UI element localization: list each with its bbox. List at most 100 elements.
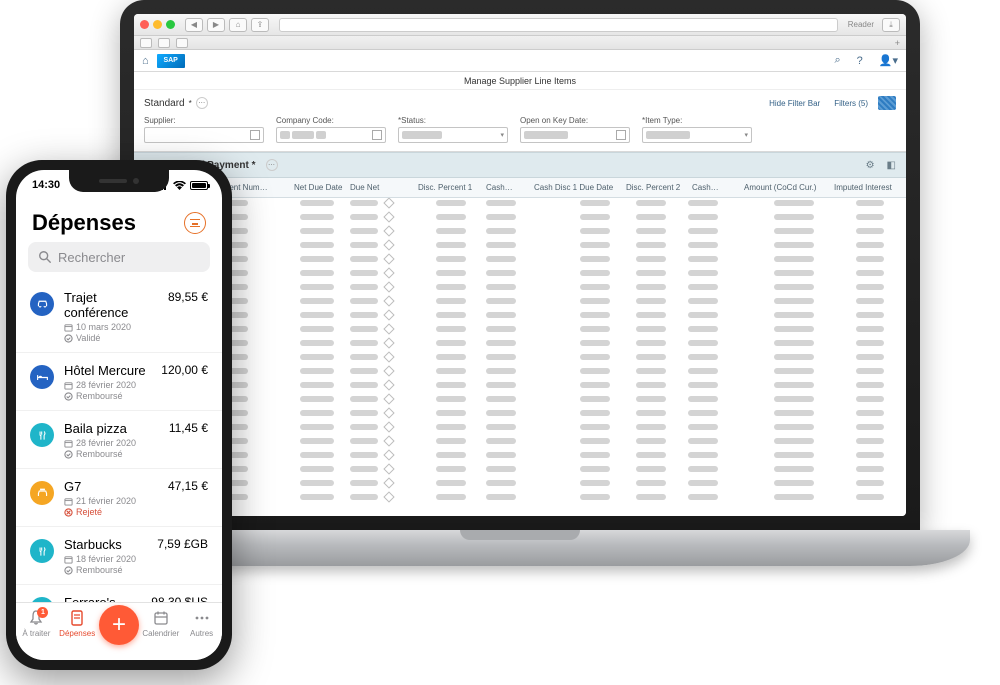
value-help-icon[interactable] — [372, 130, 382, 140]
expense-item[interactable]: Ferraro's kitchen 17 février 2020 98,30 … — [16, 585, 222, 602]
value-help-icon[interactable] — [250, 130, 260, 140]
table-row[interactable] — [140, 354, 900, 366]
expense-item[interactable]: Starbucks 18 février 2020 Remboursé 7,59… — [16, 527, 222, 585]
help-icon[interactable]: ? — [857, 55, 863, 67]
expense-date: 21 février 2020 — [64, 496, 158, 506]
table-row[interactable] — [140, 424, 900, 436]
col-cashdue[interactable]: Cash Disc 1 Due Date — [534, 183, 613, 192]
expense-item[interactable]: G7 21 février 2020 Rejeté 47,15 € — [16, 469, 222, 527]
forward-icon[interactable]: ▶ — [207, 18, 225, 32]
col-cash2[interactable]: Cash… — [692, 183, 719, 192]
bookmark-icon[interactable] — [158, 38, 170, 48]
col-amount[interactable]: Amount (CoCd Cur.) — [744, 183, 816, 192]
table-row[interactable] — [140, 452, 900, 464]
table-row[interactable] — [140, 466, 900, 478]
go-button[interactable] — [878, 96, 896, 110]
category-icon — [30, 292, 54, 316]
phone-device: 14:30 Dépenses Rechercher Trajet confére… — [6, 160, 232, 670]
chevron-down-icon: ▾ — [500, 131, 504, 139]
table-row[interactable] — [140, 214, 900, 226]
close-icon[interactable] — [140, 20, 149, 29]
home-icon[interactable]: ⌂ — [142, 55, 149, 67]
expense-title: Baila pizza — [64, 421, 159, 436]
table-row[interactable] — [140, 284, 900, 296]
user-menu[interactable]: 👤▾ — [879, 54, 898, 67]
app-header: Dépenses — [16, 200, 222, 242]
add-button[interactable]: + — [99, 605, 139, 645]
table-row[interactable] — [140, 438, 900, 450]
section-share-icon[interactable]: ⋯ — [266, 159, 278, 171]
table-row[interactable] — [140, 256, 900, 268]
table-body — [134, 198, 906, 516]
export-icon[interactable]: ◧ — [887, 160, 896, 171]
col-cash[interactable]: Cash… — [486, 183, 513, 192]
back-icon[interactable]: ◀ — [185, 18, 203, 32]
company-input[interactable] — [276, 127, 386, 143]
itemtype-select[interactable]: ▾ — [642, 127, 752, 143]
supplier-input[interactable] — [144, 127, 264, 143]
table-row[interactable] — [140, 494, 900, 506]
search-icon[interactable]: ⌕ — [834, 54, 840, 67]
table-row[interactable] — [140, 396, 900, 408]
table-row[interactable] — [140, 242, 900, 254]
filter-icon[interactable] — [184, 212, 206, 234]
table-row[interactable] — [140, 312, 900, 324]
calendar-icon — [152, 609, 170, 627]
expense-title: Ferraro's kitchen — [64, 595, 141, 602]
phone-screen: 14:30 Dépenses Rechercher Trajet confére… — [16, 170, 222, 660]
tab-bar: 1 À traiter Dépenses + Calendrier Autres — [16, 602, 222, 660]
table-row[interactable] — [140, 200, 900, 212]
expense-title: Starbucks — [64, 537, 147, 552]
filter-label-supplier: Supplier: — [144, 116, 264, 125]
filters-link[interactable]: Filters (5) — [834, 99, 868, 108]
table-row[interactable] — [140, 228, 900, 240]
variant-name[interactable]: Standard — [144, 98, 185, 109]
expense-title: G7 — [64, 479, 158, 494]
col-disc2[interactable]: Disc. Percent 2 — [626, 183, 680, 192]
table-row[interactable] — [140, 340, 900, 352]
filter-label-company: Company Code: — [276, 116, 386, 125]
table-row[interactable] — [140, 368, 900, 380]
table-row[interactable] — [140, 326, 900, 338]
table-row[interactable] — [140, 298, 900, 310]
home-icon[interactable]: ⌂ — [229, 18, 247, 32]
page-title: Manage Supplier Line Items — [134, 72, 906, 90]
battery-icon — [190, 181, 208, 190]
category-icon — [30, 539, 54, 563]
col-interest[interactable]: Imputed Interest — [834, 183, 892, 192]
maximize-icon[interactable] — [166, 20, 175, 29]
url-bar[interactable] — [279, 18, 838, 32]
table-row[interactable] — [140, 270, 900, 282]
hide-filter-link[interactable]: Hide Filter Bar — [769, 99, 820, 108]
expense-item[interactable]: Hôtel Mercure 28 février 2020 Remboursé … — [16, 353, 222, 411]
table-row[interactable] — [140, 480, 900, 492]
expense-item[interactable]: Trajet conférence 10 mars 2020 Validé 89… — [16, 280, 222, 353]
wifi-icon — [173, 181, 186, 190]
tab-calendrier[interactable]: Calendrier — [142, 609, 180, 638]
calendar-icon[interactable] — [616, 130, 626, 140]
search-input[interactable]: Rechercher — [28, 242, 210, 272]
table-row[interactable] — [140, 382, 900, 394]
tab-a-traiter[interactable]: 1 À traiter — [17, 609, 55, 638]
expense-item[interactable]: Baila pizza 28 février 2020 Remboursé 11… — [16, 411, 222, 469]
reader-label[interactable]: Reader — [848, 20, 874, 29]
tab-autres[interactable]: Autres — [183, 609, 221, 638]
bookmark-icon[interactable] — [140, 38, 152, 48]
minimize-icon[interactable] — [153, 20, 162, 29]
col-netdue[interactable]: Net Due Date — [294, 183, 342, 192]
sap-shell-header: ⌂ SAP ⌕ ? 👤▾ — [134, 50, 906, 72]
bookmark-icon[interactable] — [176, 38, 188, 48]
settings-icon[interactable]: ⚙ — [866, 160, 875, 171]
share-icon[interactable]: ⇪ — [251, 18, 269, 32]
status-select[interactable]: ▾ — [398, 127, 508, 143]
tab-depenses[interactable]: Dépenses — [58, 609, 96, 638]
laptop-screen: ◀ ▶ ⌂ ⇪ Reader ⤓ + ⌂ SAP ⌕ — [120, 0, 920, 530]
col-disc1[interactable]: Disc. Percent 1 — [418, 183, 472, 192]
variant-dropdown-icon[interactable]: ⋯ — [196, 97, 208, 109]
col-duenet[interactable]: Due Net — [350, 183, 379, 192]
keydate-input[interactable] — [520, 127, 630, 143]
table-row[interactable] — [140, 410, 900, 422]
download-icon[interactable]: ⤓ — [882, 18, 900, 32]
expense-status: Remboursé — [64, 565, 147, 575]
expense-status: Remboursé — [64, 449, 159, 459]
